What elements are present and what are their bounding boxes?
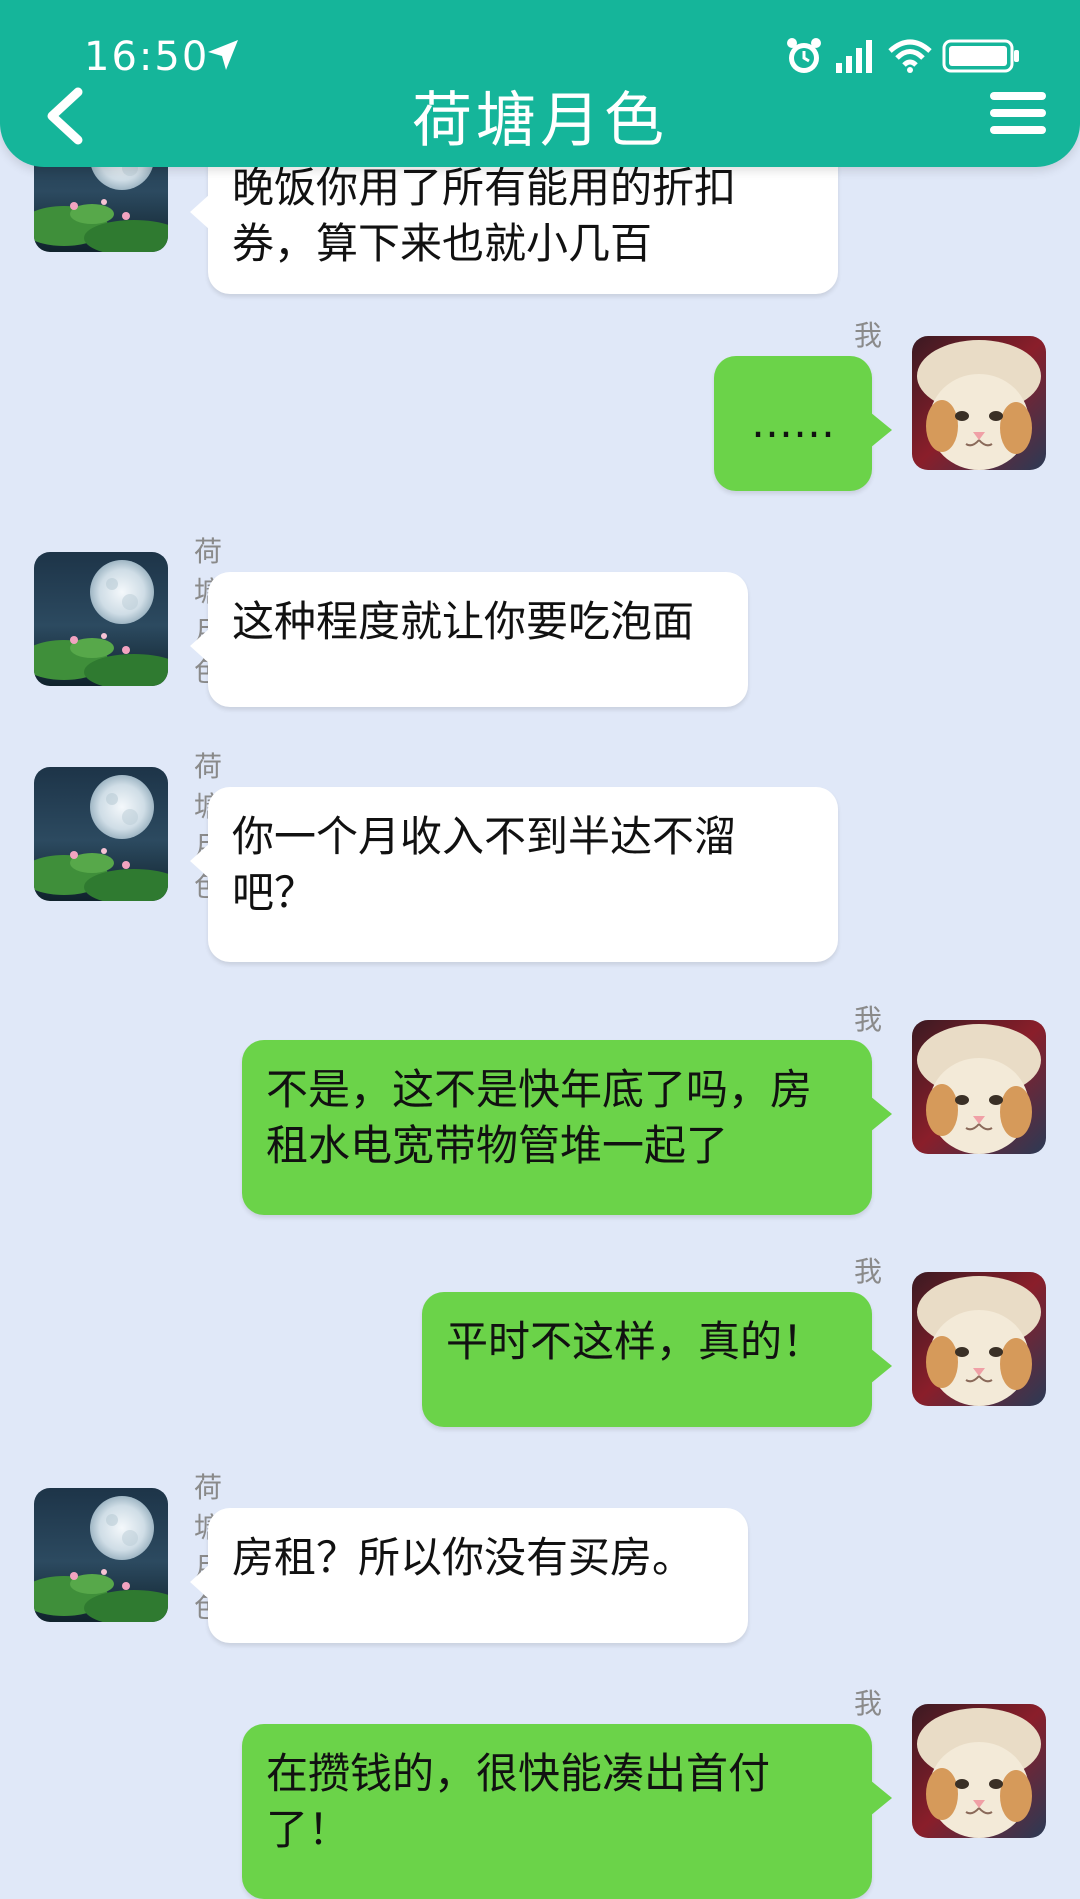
alarm-icon	[787, 38, 821, 73]
battery-icon	[942, 39, 1019, 73]
chat-title: 荷塘月色	[412, 86, 668, 156]
message-text: 晚饭你用了所有能用的折扣券，算下来也就小几百	[232, 163, 737, 268]
menu-bar	[990, 109, 1046, 117]
my-avatar[interactable]	[912, 336, 1046, 470]
contact-avatar[interactable]	[34, 1488, 168, 1622]
message-text: 这种程度就让你要吃泡面	[232, 597, 695, 646]
sender-name: 我	[854, 1255, 883, 1288]
message-text: 你一个月收入不到半达不溜吧？	[232, 812, 737, 917]
menu-bar	[990, 92, 1046, 100]
message-text: 房租？所以你没有买房。	[232, 1533, 695, 1582]
contact-avatar[interactable]	[34, 552, 168, 686]
message-bubble[interactable]: 在攒钱的，很快能凑出首付了！	[242, 1724, 892, 1899]
menu-bar	[990, 126, 1046, 134]
message-bubble[interactable]: 你一个月收入不到半达不溜吧？	[190, 787, 838, 962]
message-bubble[interactable]: 这种程度就让你要吃泡面	[190, 572, 748, 707]
signal-icon	[836, 40, 872, 73]
message-text: 平时不这样，真的！	[446, 1317, 825, 1366]
location-arrow-icon	[208, 40, 238, 70]
wifi-icon	[888, 39, 932, 73]
message-bubble[interactable]: 房租？所以你没有买房。	[190, 1508, 748, 1643]
contact-avatar[interactable]	[34, 767, 168, 901]
message-text: ……	[751, 398, 835, 447]
message-bubble[interactable]: 不是，这不是快年底了吗，房租水电宽带物管堆一起了	[242, 1040, 892, 1215]
my-avatar[interactable]	[912, 1020, 1046, 1154]
app-header: 16:50 荷塘月色	[0, 0, 1080, 167]
message-bubble[interactable]: 平时不这样，真的！	[422, 1292, 892, 1427]
sender-name: 我	[854, 1687, 883, 1720]
status-icons	[784, 36, 1022, 76]
menu-button[interactable]	[990, 92, 1046, 142]
my-avatar[interactable]	[912, 1704, 1046, 1838]
message-text: 不是，这不是快年底了吗，房租水电宽带物管堆一起了	[266, 1065, 813, 1170]
message-text: 在攒钱的，很快能凑出首付了！	[266, 1749, 771, 1854]
message-bubble[interactable]: ……	[714, 356, 892, 491]
sender-name: 我	[854, 1003, 883, 1036]
sender-name: 我	[854, 319, 883, 352]
my-avatar[interactable]	[912, 1272, 1046, 1406]
